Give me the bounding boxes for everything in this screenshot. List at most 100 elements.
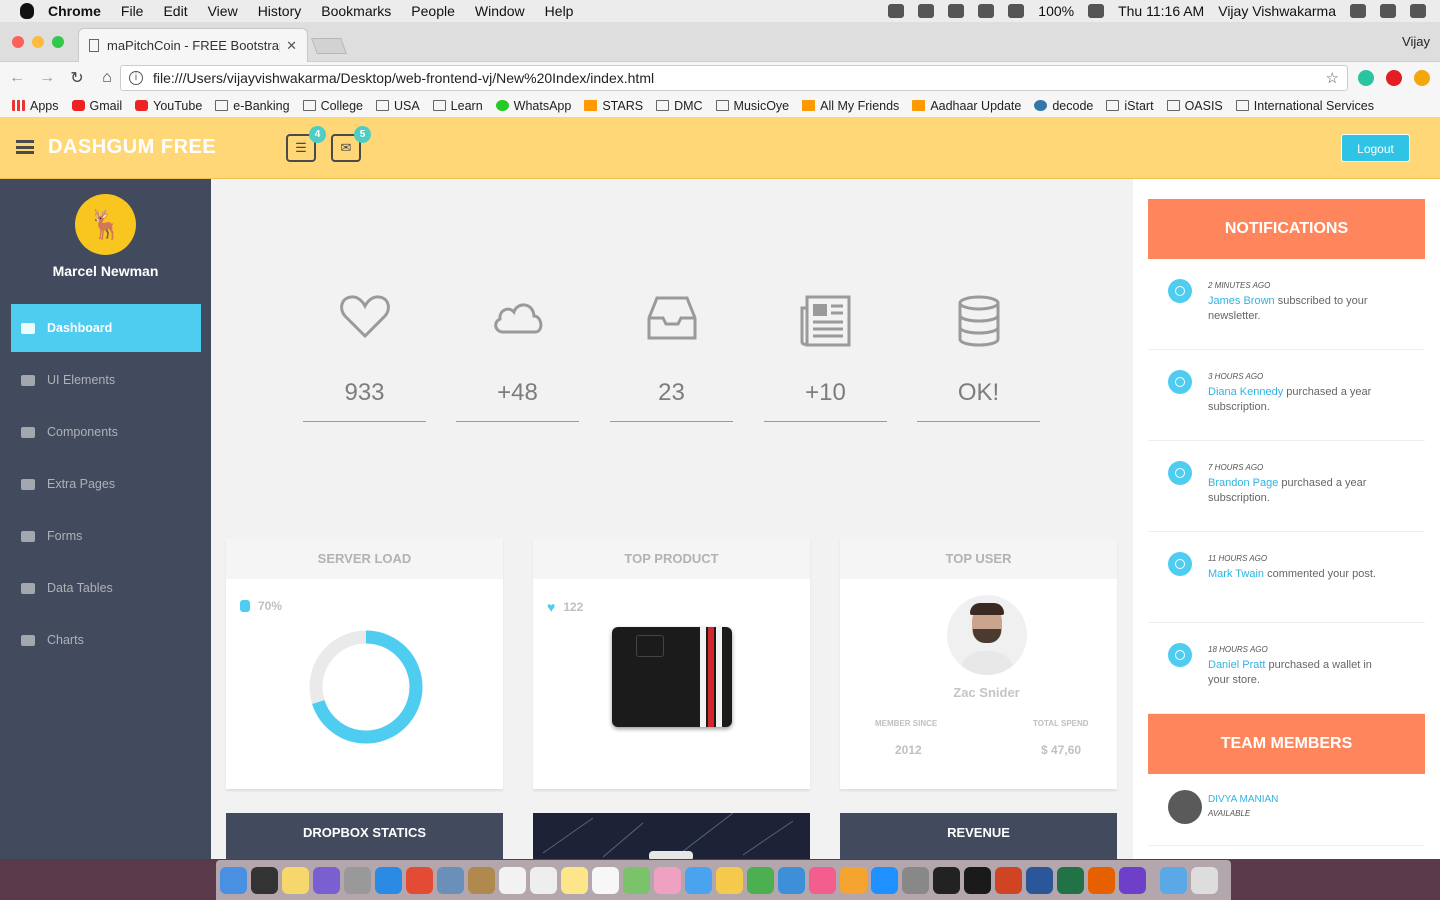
menu-file[interactable]: File: [121, 3, 144, 19]
menu-window[interactable]: Window: [475, 3, 525, 19]
stickies-icon[interactable]: [282, 866, 309, 894]
notification-center-icon[interactable]: [1410, 4, 1426, 18]
siri-icon[interactable]: [1380, 4, 1396, 18]
sidebar-item-forms[interactable]: Forms: [11, 512, 201, 560]
preview-icon[interactable]: [437, 866, 464, 894]
top-user-avatar[interactable]: [947, 595, 1027, 675]
menubar-user[interactable]: Vijay Vishwakarma: [1218, 3, 1336, 19]
bookmark-college[interactable]: College: [302, 99, 363, 113]
system-preferences-icon[interactable]: [902, 866, 929, 894]
apple-icon[interactable]: [20, 3, 34, 19]
launchpad-icon[interactable]: [251, 866, 278, 894]
reload-icon[interactable]: ↻: [64, 68, 90, 88]
adblock-extension-icon[interactable]: [1386, 70, 1402, 86]
notification-user-link[interactable]: Diana Kennedy: [1208, 386, 1283, 398]
sidebar-item-charts[interactable]: Charts: [11, 616, 201, 664]
trash-icon[interactable]: [1191, 866, 1218, 894]
user-avatar[interactable]: 🦌: [75, 194, 136, 255]
rocket-icon[interactable]: [344, 866, 371, 894]
firefox-icon[interactable]: [1088, 866, 1115, 894]
notification-item[interactable]: 11 HOURS AGO Mark Twain commented your p…: [1148, 532, 1425, 623]
bluetooth-icon[interactable]: [948, 4, 965, 18]
itunes-icon[interactable]: [809, 866, 836, 894]
notification-user-link[interactable]: Brandon Page: [1208, 477, 1278, 489]
bookmark-musicoye[interactable]: MusicOye: [715, 99, 789, 113]
menu-view[interactable]: View: [208, 3, 238, 19]
calendar-icon[interactable]: [499, 866, 526, 894]
bookmark-aadhaar[interactable]: Aadhaar Update: [912, 99, 1021, 113]
menu-bookmarks[interactable]: Bookmarks: [321, 3, 391, 19]
address-bar[interactable]: i file:///Users/vijayvishwakarma/Desktop…: [120, 65, 1348, 91]
sidebar-item-extra-pages[interactable]: Extra Pages: [11, 460, 201, 508]
browser-tab[interactable]: maPitchCoin - FREE Bootstrap ✕: [78, 28, 308, 62]
excel-icon[interactable]: [1057, 866, 1084, 894]
notification-item[interactable]: 18 HOURS AGO Daniel Pratt purchased a wa…: [1148, 623, 1425, 714]
powerpoint-icon[interactable]: [995, 866, 1022, 894]
airplay-icon[interactable]: [918, 4, 935, 18]
siri-icon[interactable]: [313, 866, 340, 894]
notification-user-link[interactable]: Daniel Pratt: [1208, 659, 1265, 671]
bookmark-whatsapp[interactable]: WhatsApp: [495, 99, 571, 113]
bookmark-learn[interactable]: Learn: [432, 99, 483, 113]
spotlight-icon[interactable]: [1350, 4, 1366, 18]
intellij-icon[interactable]: [933, 866, 960, 894]
app-store-icon[interactable]: [871, 866, 898, 894]
hamburger-menu-icon[interactable]: [16, 140, 34, 154]
menu-app-name[interactable]: Chrome: [48, 3, 101, 19]
likes-label[interactable]: ♥ 122: [547, 599, 583, 615]
maximize-window-button[interactable]: [52, 36, 64, 48]
cloud-icon[interactable]: [888, 4, 905, 18]
numbers-icon[interactable]: [747, 866, 774, 894]
close-tab-icon[interactable]: ✕: [286, 38, 297, 54]
volume-icon[interactable]: [1008, 4, 1025, 18]
tasks-icon[interactable]: ☰ 4: [286, 126, 326, 162]
bookmark-all-my-friends[interactable]: All My Friends: [802, 99, 899, 113]
github-icon[interactable]: [1119, 866, 1146, 894]
battery-percent[interactable]: 100%: [1038, 3, 1074, 19]
menu-people[interactable]: People: [411, 3, 455, 19]
bookmark-star-icon[interactable]: ☆: [1326, 69, 1339, 87]
bookmark-ebanking[interactable]: e-Banking: [215, 99, 290, 113]
bookmark-international-services[interactable]: International Services: [1235, 99, 1374, 113]
info-icon[interactable]: i: [129, 71, 143, 85]
bookmark-decode[interactable]: decode: [1034, 99, 1093, 113]
bookmark-apps[interactable]: Apps: [12, 99, 59, 113]
contacts-icon[interactable]: [468, 866, 495, 894]
folder-icon[interactable]: [1160, 866, 1187, 894]
bookmark-youtube[interactable]: YouTube: [135, 99, 202, 113]
notes-icon[interactable]: [561, 866, 588, 894]
pages-icon[interactable]: [716, 866, 743, 894]
safari-icon[interactable]: [375, 866, 402, 894]
profile-name[interactable]: Vijay: [1402, 34, 1430, 49]
finder-icon[interactable]: [220, 866, 247, 894]
notification-user-link[interactable]: James Brown: [1208, 295, 1275, 307]
forward-icon[interactable]: →: [34, 69, 60, 87]
clock[interactable]: Thu 11:16 AM: [1118, 3, 1204, 19]
wifi-icon[interactable]: [978, 4, 995, 18]
menu-history[interactable]: History: [258, 3, 302, 19]
keynote-icon[interactable]: [778, 866, 805, 894]
sidebar-item-dashboard[interactable]: Dashboard: [11, 304, 201, 352]
alert-extension-icon[interactable]: [1414, 70, 1430, 86]
pycharm-icon[interactable]: [964, 866, 991, 894]
textedit-icon[interactable]: [530, 866, 557, 894]
back-icon[interactable]: ←: [4, 69, 30, 87]
reminders-icon[interactable]: [592, 866, 619, 894]
bookmark-stars[interactable]: STARS: [584, 99, 643, 113]
bookmark-usa[interactable]: USA: [375, 99, 420, 113]
notification-item[interactable]: 2 MINUTES AGO James Brown subscribed to …: [1148, 259, 1425, 350]
team-member-item[interactable]: DIVYA MANIAN AVAILABLE: [1148, 776, 1425, 846]
menu-edit[interactable]: Edit: [163, 3, 187, 19]
mail-icon[interactable]: ✉ 5: [331, 126, 371, 162]
sidebar-item-ui-elements[interactable]: UI Elements: [11, 356, 201, 404]
menu-help[interactable]: Help: [545, 3, 574, 19]
chrome-icon[interactable]: [406, 866, 433, 894]
notification-item[interactable]: 3 HOURS AGO Diana Kennedy purchased a ye…: [1148, 350, 1425, 441]
photos-icon[interactable]: [654, 866, 681, 894]
logo[interactable]: DASHGUM FREE: [48, 136, 216, 159]
messages-icon[interactable]: [685, 866, 712, 894]
battery-icon[interactable]: [1088, 4, 1105, 18]
sidebar-item-components[interactable]: Components: [11, 408, 201, 456]
sidebar-item-data-tables[interactable]: Data Tables: [11, 564, 201, 612]
word-icon[interactable]: [1026, 866, 1053, 894]
